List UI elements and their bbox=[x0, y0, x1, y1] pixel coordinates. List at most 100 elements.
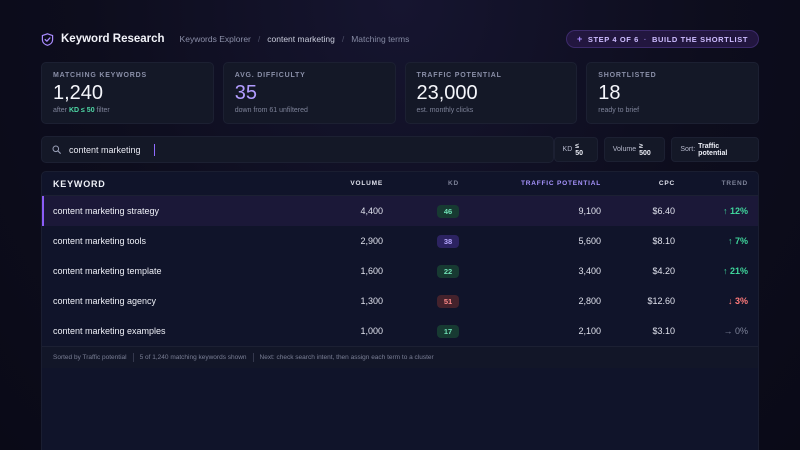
stat-card-shortlisted: SHORTLISTED 18 ready to brief bbox=[586, 62, 759, 124]
filter-key: Sort: bbox=[680, 146, 696, 153]
top-bar: Keyword Research Keywords Explorer / con… bbox=[41, 29, 759, 49]
step-label: STEP 4 OF 6 bbox=[587, 34, 639, 44]
breadcrumb-item-keywords-explorer[interactable]: Keywords Explorer bbox=[180, 34, 251, 44]
stat-card-matching-keywords: MATCHING KEYWORDS 1,240 after KD ≤ 50 fi… bbox=[41, 62, 214, 124]
search-input[interactable]: content marketing bbox=[41, 136, 554, 163]
cell-kd: 46 bbox=[383, 204, 459, 218]
footer-divider bbox=[132, 353, 134, 362]
filter-key: Volume bbox=[612, 146, 637, 153]
cell-trend: ↓ 3% bbox=[727, 296, 748, 306]
step-indicator[interactable]: + STEP 4 OF 6 · BUILD THE SHORTLIST bbox=[565, 30, 759, 48]
stat-subtext-before: after bbox=[53, 107, 69, 114]
cell-traffic-potential: 3,400 bbox=[578, 266, 601, 276]
cell-cpc: $3.10 bbox=[652, 326, 675, 336]
sort-chip[interactable]: Sort: Traffic potential bbox=[671, 137, 759, 162]
column-header-kd[interactable]: KD bbox=[383, 180, 459, 187]
stat-subtext: after KD ≤ 50 filter bbox=[53, 107, 202, 114]
breadcrumb-separator: / bbox=[341, 34, 345, 44]
column-header-trend[interactable]: TREND bbox=[675, 180, 748, 187]
cell-kd: 38 bbox=[383, 234, 459, 248]
footer-count-note: 5 of 1,240 matching keywords shown bbox=[139, 354, 247, 361]
filter-value: Traffic potential bbox=[698, 142, 728, 157]
stat-subtext: est. monthly clicks bbox=[416, 107, 474, 114]
breadcrumb-item-query[interactable]: content marketing bbox=[267, 34, 335, 44]
cell-volume: 2,900 bbox=[360, 236, 383, 246]
filter-value: ≤ 50 bbox=[575, 142, 584, 157]
stat-value: 23,000 bbox=[416, 82, 478, 104]
stat-value: 35 bbox=[234, 82, 257, 104]
cell-volume: 4,400 bbox=[360, 206, 383, 216]
keyword-table: KEYWORD VOLUME KD TRAFFIC POTENTIAL CPC … bbox=[41, 171, 759, 450]
kd-badge: 38 bbox=[437, 234, 459, 248]
footer-sort-note: Sorted by Traffic potential bbox=[53, 354, 127, 361]
filter-key: KD bbox=[562, 146, 573, 153]
breadcrumb-item-current: Matching terms bbox=[351, 34, 410, 44]
filter-chip-volume[interactable]: Volume ≥ 500 bbox=[603, 137, 666, 162]
cell-cpc: $8.10 bbox=[652, 236, 675, 246]
breadcrumb: Keywords Explorer / content marketing / … bbox=[180, 34, 410, 44]
app-name: Keyword Research bbox=[61, 33, 165, 45]
column-header-cpc[interactable]: CPC bbox=[601, 180, 675, 187]
cell-volume: 1,600 bbox=[360, 266, 383, 276]
cell-keyword: content marketing strategy bbox=[53, 206, 160, 216]
stats-row: MATCHING KEYWORDS 1,240 after KD ≤ 50 fi… bbox=[41, 62, 759, 124]
table-row[interactable]: content marketing agency 1,300 51 2,800 … bbox=[42, 286, 758, 316]
cell-keyword: content marketing template bbox=[53, 266, 162, 276]
cell-volume: 1,000 bbox=[360, 326, 383, 336]
column-header-volume[interactable]: VOLUME bbox=[334, 180, 383, 187]
stat-value: 18 bbox=[598, 82, 621, 104]
cell-keyword: content marketing examples bbox=[53, 326, 166, 336]
stat-label: MATCHING KEYWORDS bbox=[53, 72, 147, 79]
stat-label: TRAFFIC POTENTIAL bbox=[416, 72, 502, 79]
cell-keyword: content marketing tools bbox=[53, 236, 147, 246]
search-icon bbox=[52, 145, 61, 154]
column-header-traffic-potential[interactable]: TRAFFIC POTENTIAL bbox=[459, 180, 601, 187]
footer-next-step: Next: check search intent, then assign e… bbox=[259, 354, 434, 361]
table-row[interactable]: content marketing tools 2,900 38 5,600 $… bbox=[42, 226, 758, 256]
table-row[interactable]: content marketing examples 1,000 17 2,10… bbox=[42, 316, 758, 346]
cell-volume: 1,300 bbox=[360, 296, 383, 306]
filter-chip-kd[interactable]: KD ≤ 50 bbox=[553, 137, 598, 162]
cell-trend: ↑ 7% bbox=[727, 236, 748, 246]
stat-card-avg-difficulty: AVG. DIFFICULTY 35 down from 61 unfilter… bbox=[222, 62, 396, 124]
stat-value: 1,240 bbox=[53, 82, 104, 104]
footer-divider bbox=[252, 353, 254, 362]
cell-traffic-potential: 5,600 bbox=[578, 236, 601, 246]
cell-traffic-potential: 2,100 bbox=[578, 326, 601, 336]
table-row[interactable]: content marketing strategy 4,400 46 9,10… bbox=[42, 196, 758, 226]
step-task: BUILD THE SHORTLIST bbox=[652, 34, 748, 44]
brand[interactable]: Keyword Research bbox=[41, 32, 165, 46]
stat-subtext-filter: KD ≤ 50 bbox=[68, 107, 95, 114]
stat-subtext: down from 61 unfiltered bbox=[234, 107, 308, 114]
search-row: content marketing KD ≤ 50 Volume ≥ 500 S… bbox=[41, 136, 759, 163]
kd-badge: 22 bbox=[437, 264, 459, 278]
plus-icon: + bbox=[576, 34, 583, 44]
cell-trend: ↑ 12% bbox=[722, 206, 748, 216]
text-cursor bbox=[153, 143, 155, 156]
stat-label: SHORTLISTED bbox=[598, 72, 657, 79]
filter-chips: KD ≤ 50 Volume ≥ 500 Sort: Traffic poten… bbox=[553, 137, 759, 162]
column-header-keyword[interactable]: KEYWORD bbox=[42, 179, 334, 189]
cell-kd: 51 bbox=[383, 294, 459, 308]
stat-subtext-after: filter bbox=[94, 107, 110, 114]
stat-subtext: ready to brief bbox=[598, 107, 640, 114]
check-shield-icon bbox=[41, 32, 54, 46]
stat-card-traffic-potential: TRAFFIC POTENTIAL 23,000 est. monthly cl… bbox=[404, 62, 578, 124]
stat-label: AVG. DIFFICULTY bbox=[234, 72, 306, 79]
kd-badge: 17 bbox=[437, 324, 459, 338]
cell-traffic-potential: 2,800 bbox=[578, 296, 601, 306]
cell-traffic-potential: 9,100 bbox=[578, 206, 601, 216]
table-footer: Sorted by Traffic potential 5 of 1,240 m… bbox=[42, 346, 758, 368]
cell-trend: → 0% bbox=[723, 326, 748, 336]
cell-cpc: $4.20 bbox=[652, 266, 675, 276]
kd-badge: 51 bbox=[437, 294, 459, 308]
cell-kd: 22 bbox=[383, 264, 459, 278]
cell-keyword: content marketing agency bbox=[53, 296, 157, 306]
cell-cpc: $12.60 bbox=[647, 296, 675, 306]
cell-trend: ↑ 21% bbox=[722, 266, 748, 276]
cell-cpc: $6.40 bbox=[652, 206, 675, 216]
cell-kd: 17 bbox=[383, 324, 459, 338]
search-query[interactable]: content marketing bbox=[69, 145, 141, 155]
table-header: KEYWORD VOLUME KD TRAFFIC POTENTIAL CPC … bbox=[42, 172, 758, 196]
table-row[interactable]: content marketing template 1,600 22 3,40… bbox=[42, 256, 758, 286]
